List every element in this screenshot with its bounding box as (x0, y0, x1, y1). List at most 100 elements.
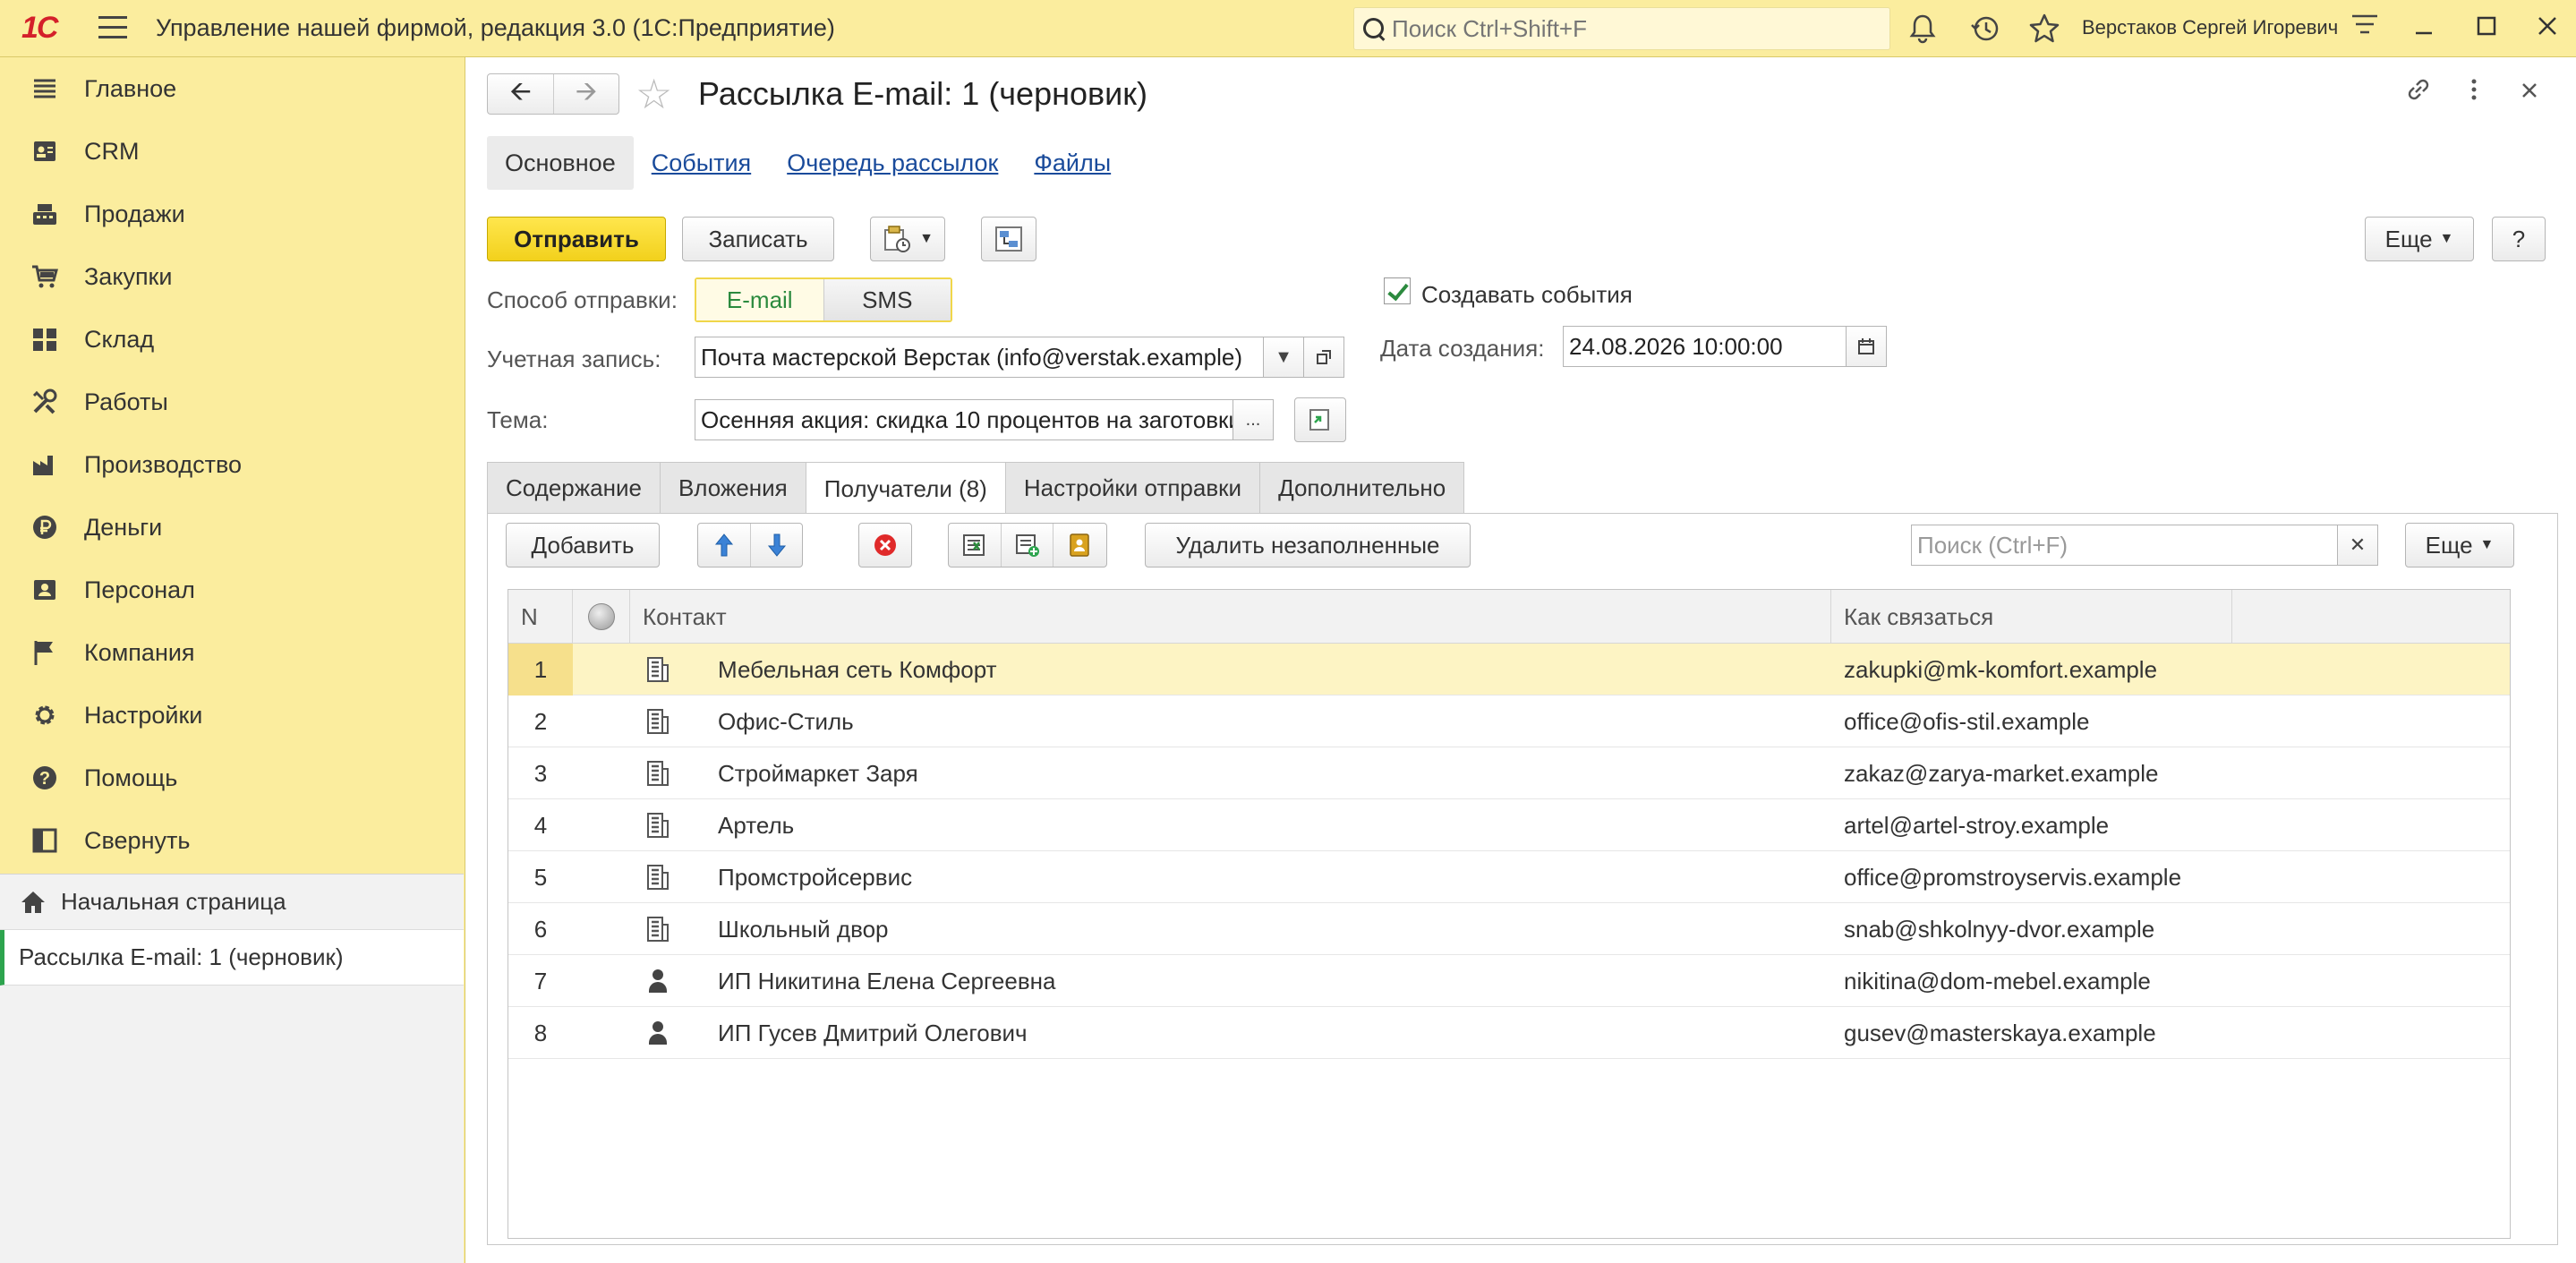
more-button[interactable]: Еще ▼ (2365, 217, 2474, 261)
forward-arrow-icon[interactable]: 🡪 (553, 74, 618, 114)
sidebar-item-warehouse[interactable]: Склад (0, 308, 464, 371)
table-row[interactable]: 6 Школьный двор snab@shkolnyy-dvor.example (508, 903, 2510, 955)
global-search-input[interactable] (1392, 14, 1875, 43)
how-to-contact-cell: gusev@masterskaya.example (1844, 1019, 2156, 1046)
global-search[interactable] (1353, 7, 1890, 50)
tab-attachments[interactable]: Вложения (659, 462, 806, 514)
mailing-form: 🡨 🡪 ☆ Рассылка E-mail: 1 (черновик) Осно… (467, 57, 2576, 1263)
close-form-icon[interactable] (2512, 75, 2547, 111)
bell-icon[interactable] (1906, 13, 1939, 45)
sidebar-item-label: Склад (84, 325, 155, 353)
sidebar-item-label: Продажи (84, 200, 185, 227)
sidebar-item-company[interactable]: Компания (0, 621, 464, 684)
sidebar-item-collapse[interactable]: Свернуть (0, 809, 464, 872)
help-button[interactable]: ? (2492, 217, 2546, 261)
recipients-page: Добавить Удалить незаполненные Поиск (Ct… (487, 513, 2558, 1245)
clear-search-icon[interactable]: ✕ (2337, 525, 2378, 566)
tab-send-settings[interactable]: Настройки отправки (1004, 462, 1261, 514)
sidebar-item-main[interactable]: Главное (0, 57, 464, 120)
favorite-star-icon[interactable]: ☆ (635, 70, 672, 118)
status-circle-icon (587, 603, 615, 630)
sidebar-item-works[interactable]: Работы (0, 371, 464, 433)
add-recipient-button[interactable]: Добавить (506, 523, 660, 567)
pick-from-list-icon[interactable] (949, 524, 1001, 567)
link-icon[interactable] (2401, 75, 2436, 111)
sidebar-item-purchases[interactable]: Закупки (0, 245, 464, 308)
tab-main[interactable]: Основное (487, 136, 634, 190)
send-button[interactable]: Отправить (487, 217, 666, 261)
move-down-icon[interactable] (750, 524, 802, 567)
menu-lines-icon (34, 79, 55, 98)
app-title: Управление нашей фирмой, редакция 3.0 (1… (156, 14, 835, 41)
recipients-more-button[interactable]: Еще ▼ (2405, 523, 2514, 567)
table-row[interactable]: 1 Мебельная сеть Комфорт zakupki@mk-komfor… (508, 644, 2510, 696)
row-number: 5 (533, 863, 548, 891)
main-menu-icon[interactable] (98, 16, 127, 41)
save-button[interactable]: Записать (682, 217, 834, 261)
tab-events[interactable]: События (634, 136, 769, 190)
create-events-checkbox[interactable] (1384, 277, 1411, 304)
delete-row-button[interactable] (858, 523, 912, 567)
open-window-mailing[interactable]: Рассылка E-mail: 1 (черновик) (0, 930, 464, 986)
tab-queue[interactable]: Очередь рассылок (769, 136, 1016, 190)
calendar-icon[interactable] (1846, 326, 1887, 367)
account-open-icon[interactable] (1303, 337, 1344, 378)
maximize-icon[interactable] (2469, 11, 2504, 47)
close-window-icon[interactable] (2529, 11, 2565, 47)
send-method-email[interactable]: E-mail (696, 279, 823, 320)
add-from-segment-icon[interactable] (1001, 524, 1053, 567)
sidebar-item-staff[interactable]: Персонал (0, 559, 464, 621)
table-row[interactable]: 4 Артель artel@artel-stroy.example (508, 799, 2510, 851)
user-name[interactable]: Верстаков Сергей Игоревич (2082, 16, 2338, 39)
sidebar-item-sales[interactable]: Продажи (0, 183, 464, 245)
favorites-star-icon[interactable] (2028, 13, 2060, 45)
column-n[interactable]: N (508, 590, 573, 644)
remove-empty-button[interactable]: Удалить незаполненные (1145, 523, 1471, 567)
contact-cell: Мебельная сеть Комфорт (718, 655, 997, 683)
sidebar-item-money[interactable]: Деньги (0, 496, 464, 559)
create-based-on-button[interactable]: ▼ (870, 217, 945, 261)
settings-lines-icon[interactable] (2347, 11, 2383, 47)
more-vertical-icon[interactable] (2456, 75, 2492, 111)
sidebar-item-label: Закупки (84, 262, 173, 290)
insert-from-template-button[interactable] (1294, 397, 1346, 442)
account-dropdown-icon[interactable]: ▼ (1263, 337, 1304, 378)
table-row[interactable]: 7 ИП Никитина Елена Сергеевна nikitina@dom… (508, 955, 2510, 1007)
tab-files[interactable]: Файлы (1016, 136, 1129, 190)
account-field[interactable]: Почта мастерской Верстак (info@verstak.e… (695, 337, 1264, 378)
subject-field[interactable]: Осенняя акция: скидка 10 процентов на за… (695, 399, 1233, 440)
send-method-sms[interactable]: SMS (823, 279, 951, 320)
svg-text:?: ? (39, 769, 50, 789)
sidebar-item-label: Помощь (84, 764, 178, 791)
subject-select-icon[interactable]: ... (1233, 399, 1274, 440)
recipients-search-input[interactable]: Поиск (Ctrl+F) (1911, 525, 2339, 566)
how-to-contact-cell: zakupki@mk-komfort.example (1844, 655, 2158, 683)
sidebar-item-crm[interactable]: CRM (0, 120, 464, 183)
contacts-card-icon (34, 141, 55, 161)
tab-recipients[interactable]: Получатели (8) (805, 462, 1006, 515)
sidebar-item-production[interactable]: Производство (0, 433, 464, 496)
column-contact[interactable]: Контакт (630, 590, 1831, 644)
column-status[interactable] (573, 590, 630, 644)
move-up-icon[interactable] (698, 524, 750, 567)
created-date-field[interactable]: 24.08.2026 10:00:00 (1563, 326, 1851, 367)
column-how-to-contact[interactable]: Как связаться (1831, 590, 2232, 644)
how-to-contact-cell: office@ofis-stil.example (1844, 707, 2090, 735)
building-icon (646, 864, 670, 891)
tab-additional[interactable]: Дополнительно (1259, 462, 1465, 514)
table-row[interactable]: 8 ИП Гусев Дмитрий Олегович gusev@mastersk… (508, 1007, 2510, 1059)
address-book-icon[interactable] (1053, 524, 1105, 567)
sidebar-item-settings[interactable]: Настройки (0, 684, 464, 747)
structure-button[interactable] (981, 217, 1036, 261)
table-row[interactable]: 2 Офис-Стиль office@ofis-stil.example (508, 696, 2510, 747)
minimize-icon[interactable] (2406, 11, 2442, 47)
open-window-home[interactable]: Начальная страница (0, 875, 464, 930)
sidebar-item-help[interactable]: ? Помощь (0, 747, 464, 809)
history-icon[interactable] (1969, 13, 2001, 45)
table-row[interactable]: 3 Строймаркет Заря zakaz@zarya-market.exam… (508, 747, 2510, 799)
send-method-toggle: E-mail SMS (695, 277, 952, 322)
table-row[interactable]: 5 Промстройсервис office@promstroyservis.e… (508, 851, 2510, 903)
sidebar-item-label: Производство (84, 450, 243, 478)
tab-content[interactable]: Содержание (487, 462, 661, 514)
back-arrow-icon[interactable]: 🡨 (488, 74, 553, 114)
